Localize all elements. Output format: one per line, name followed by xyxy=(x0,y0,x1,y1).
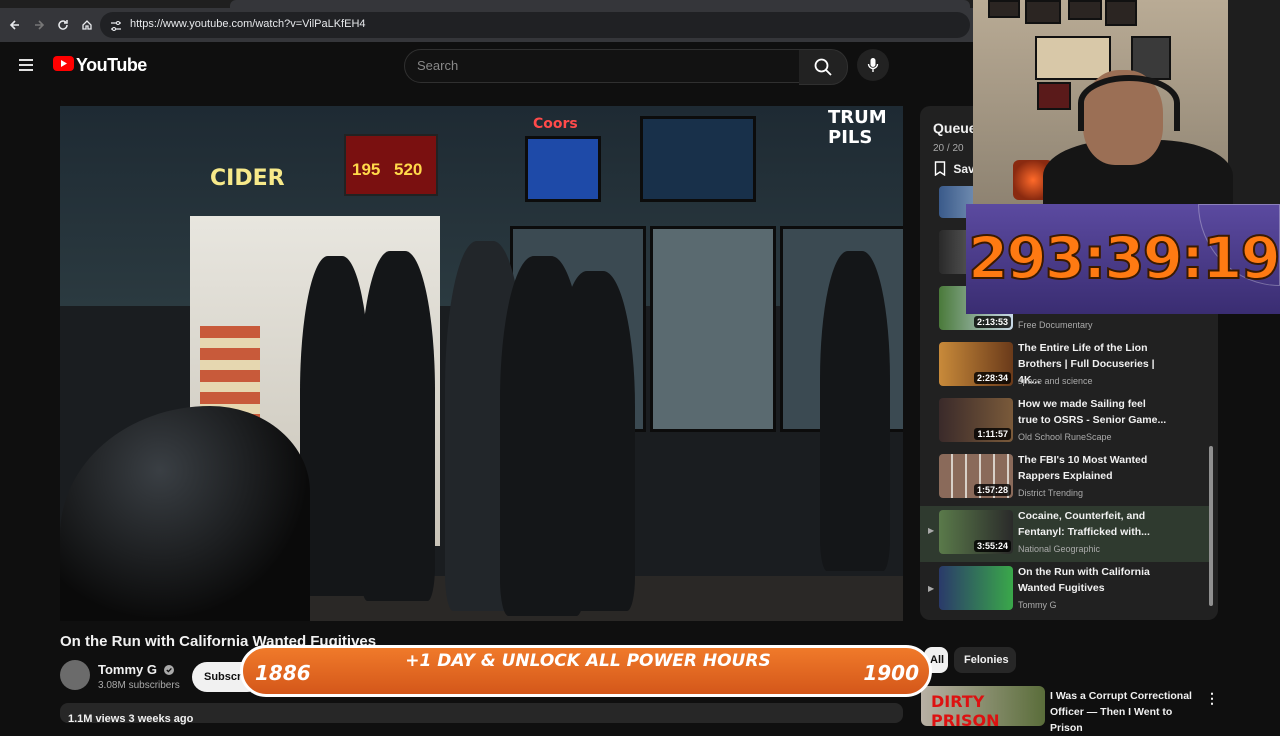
queue-item[interactable]: ▶ On the Run with California Wanted Fugi… xyxy=(920,564,1210,616)
queue-count: 20 / 20 xyxy=(933,143,964,154)
queue-item-channel: Tommy G xyxy=(1018,600,1057,610)
channel-name[interactable]: Tommy G xyxy=(98,662,174,677)
search-icon xyxy=(814,58,832,76)
wall-frame xyxy=(1068,0,1102,20)
subathon-timer: 293:39:19 xyxy=(966,204,1280,314)
queue-item[interactable]: 1:57:28 The FBI's 10 Most Wanted Rappers… xyxy=(920,452,1210,504)
more-options-icon[interactable]: ⋮ xyxy=(1205,690,1219,706)
beer-neon-sign xyxy=(640,116,756,202)
queue-thumbnail: 2:28:34 xyxy=(939,342,1013,386)
timer-text: 293:39:19 xyxy=(967,223,1280,293)
queue-thumbnail: 1:11:57 xyxy=(939,398,1013,442)
neon-sign-cider: CIDER xyxy=(210,166,285,191)
queue-item-channel: National Geographic xyxy=(1018,544,1101,554)
person-5 xyxy=(555,271,635,611)
wall-frame xyxy=(1035,36,1111,80)
blue-sign xyxy=(525,136,601,202)
queue-item-channel: Old School RuneScape xyxy=(1018,432,1112,442)
search-button[interactable] xyxy=(799,49,848,85)
queue-item-title: The FBI's 10 Most Wanted Rappers Explain… xyxy=(1018,454,1148,482)
queue-thumbnail xyxy=(939,566,1013,610)
duration-badge: 1:11:57 xyxy=(974,428,1011,440)
description-box[interactable]: 1.1M views 3 weeks ago xyxy=(60,703,903,725)
chip-felonies[interactable]: Felonies xyxy=(954,647,1016,673)
recommended-thumb-text: DIRTY PRISON xyxy=(931,692,1000,726)
back-icon[interactable] xyxy=(6,16,24,34)
neon-sign-coors: Coors xyxy=(533,116,578,132)
channel-name-text: Tommy G xyxy=(98,662,157,677)
wall-frame xyxy=(1025,0,1061,24)
chip-felonies-label: Felonies xyxy=(964,654,1009,666)
goal-banner: 1886 +1 DAY & UNLOCK ALL POWER HOURS 190… xyxy=(240,645,932,697)
person-6 xyxy=(820,251,890,571)
forward-icon[interactable] xyxy=(30,16,48,34)
menu-icon[interactable] xyxy=(18,58,34,77)
wall-frame xyxy=(988,0,1020,18)
queue-item-channel: space and science xyxy=(1018,376,1093,386)
subscriber-count: 3.08M subscribers xyxy=(98,680,180,691)
duration-badge: 2:13:53 xyxy=(973,316,1011,328)
queue-item-active[interactable]: ▶ 3:55:24 Cocaine, Counterfeit, and Fent… xyxy=(920,506,1210,562)
queue-item-title: Cocaine, Counterfeit, and Fentanyl: Traf… xyxy=(1018,510,1150,538)
queue-item[interactable]: 1:11:57 How we made Sailing feel true to… xyxy=(920,396,1210,448)
parked-car xyxy=(60,406,310,621)
queue-item[interactable]: 2:28:34 The Entire Life of the Lion Brot… xyxy=(920,340,1210,392)
queue-thumbnail: 3:55:24 xyxy=(939,510,1013,554)
queue-item-title: On the Run with California Wanted Fugiti… xyxy=(1018,566,1150,594)
store-window-2 xyxy=(650,226,776,432)
channel-avatar[interactable] xyxy=(60,660,90,690)
address-bar[interactable]: https://www.youtube.com/watch?v=VilPaLKf… xyxy=(100,12,970,38)
search-input[interactable]: Search xyxy=(404,49,801,83)
voice-search-button[interactable] xyxy=(857,49,889,81)
streamer-webcam xyxy=(973,0,1280,215)
browser-active-tab[interactable] xyxy=(230,0,970,8)
chip-all-label: All xyxy=(930,654,945,666)
lottery-amount-left: 195 xyxy=(352,160,381,179)
goal-text: +1 DAY & UNLOCK ALL POWER HOURS xyxy=(405,651,771,671)
queue-item-channel: Free Documentary xyxy=(1018,320,1093,330)
youtube-logo-text[interactable]: YouTube xyxy=(76,55,147,76)
now-playing-icon: ▶ xyxy=(928,526,935,535)
search-placeholder: Search xyxy=(417,58,459,73)
queue-play-icon: ▶ xyxy=(928,584,935,593)
microphone-icon xyxy=(867,58,879,72)
queue-thumbnail: 1:57:28 xyxy=(939,454,1013,498)
person-2 xyxy=(360,251,435,601)
view-count-date: 1.1M views 3 weeks ago xyxy=(68,713,194,725)
goal-target: 1900 xyxy=(863,661,919,685)
queue-item-title: How we made Sailing feel true to OSRS - … xyxy=(1018,398,1167,426)
reload-icon[interactable] xyxy=(54,16,72,34)
recommended-thumbnail[interactable]: DIRTY PRISON xyxy=(921,686,1045,726)
bookmark-icon xyxy=(934,161,946,177)
wall-frame xyxy=(1105,0,1137,26)
headset xyxy=(1078,75,1180,131)
duration-badge: 1:57:28 xyxy=(973,484,1011,496)
site-info-icon[interactable] xyxy=(110,19,122,37)
verified-icon xyxy=(163,665,174,675)
duration-badge: 3:55:24 xyxy=(973,540,1011,552)
queue-item-channel: District Trending xyxy=(1018,488,1084,498)
lottery-sign: 195 520 xyxy=(344,134,438,196)
neon-sign-pils: TRUM PILS xyxy=(828,107,887,148)
duration-badge: 2:28:34 xyxy=(973,372,1011,384)
recommended-title[interactable]: I Was a Corrupt Correctional Officer — T… xyxy=(1050,688,1200,736)
home-icon[interactable] xyxy=(78,16,96,34)
curtain xyxy=(1228,0,1280,215)
queue-scrollbar[interactable] xyxy=(1209,446,1213,606)
queue-title: Queue xyxy=(933,120,977,136)
goal-current: 1886 xyxy=(255,661,311,685)
wall-frame xyxy=(1037,82,1071,110)
address-url[interactable]: https://www.youtube.com/watch?v=VilPaLKf… xyxy=(130,18,366,30)
youtube-logo-icon[interactable] xyxy=(53,56,74,76)
lottery-amount-right: 520 xyxy=(394,160,423,179)
video-player[interactable]: CIDER 195 520 Coors TRUM PILS xyxy=(60,106,903,621)
